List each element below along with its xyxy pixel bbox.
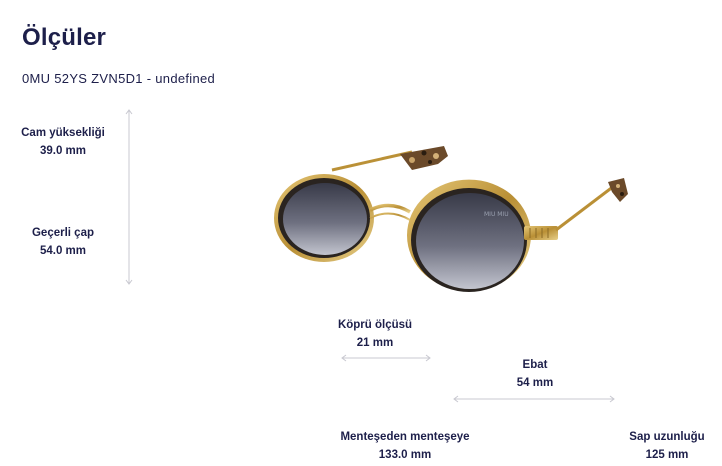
size-dimension-arrow — [452, 393, 616, 405]
svg-text:MIU MIU: MIU MIU — [484, 211, 509, 218]
size-label: Ebat — [522, 359, 548, 371]
diameter-measure: Geçerli çap 54.0 mm — [18, 224, 108, 260]
diameter-label: Geçerli çap — [31, 227, 94, 239]
product-code: 0MU 52YS ZVN5D1 - undefined — [22, 71, 216, 86]
hinge-to-hinge-value: 133.0 mm — [378, 449, 432, 461]
bridge-value: 21 mm — [356, 337, 394, 349]
temple-length-label: Sap uzunluğu — [629, 431, 705, 443]
temple-length-measure: Sap uzunluğu 125 mm — [612, 428, 722, 464]
bridge-dimension-arrow — [340, 352, 432, 364]
bridge-measure: Köprü ölçüsü 21 mm — [330, 316, 420, 352]
size-value: 54 mm — [516, 377, 554, 389]
bridge-label: Köprü ölçüsü — [337, 319, 413, 331]
sunglasses-image: MIU MIU — [262, 140, 632, 302]
diameter-value: 54.0 mm — [39, 245, 87, 257]
temple-length-value: 125 mm — [645, 449, 689, 461]
size-measure: Ebat 54 mm — [490, 356, 580, 392]
hinge-to-hinge-label: Menteşeden menteşeye — [340, 431, 470, 443]
lens-height-value: 39.0 mm — [39, 145, 87, 157]
vertical-dimension-arrow — [123, 108, 135, 286]
lens-height-label: Cam yüksekliği — [21, 127, 105, 139]
hinge-to-hinge-measure: Menteşeden menteşeye 133.0 mm — [320, 428, 490, 464]
page-title: Ölçüler — [22, 24, 107, 51]
lens-height-measure: Cam yüksekliği 39.0 mm — [18, 124, 108, 160]
